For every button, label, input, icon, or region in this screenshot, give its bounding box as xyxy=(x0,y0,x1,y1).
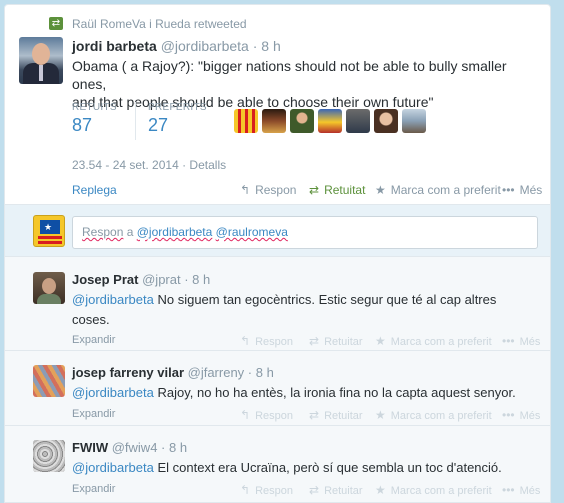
collapse-link[interactable]: Replega xyxy=(72,183,117,197)
retweeted-by[interactable]: Raül RomeVa i Rueda retweeted xyxy=(51,17,247,31)
reply-icon: ↰ xyxy=(240,334,251,348)
reply-icon: ↰ xyxy=(240,483,251,497)
retweets-label: RETUITS xyxy=(72,102,117,113)
star-icon: ★ xyxy=(375,408,386,422)
retweets-stat[interactable]: RETUITS 87 xyxy=(72,102,117,136)
tweet-time[interactable]: · 8 h xyxy=(253,38,281,54)
author-name[interactable]: jordi barbeta xyxy=(72,38,157,54)
reply-avatar[interactable] xyxy=(33,365,65,397)
reply-item: FWIW @fwiw4 · 8 h @jordibarbeta El conte… xyxy=(5,426,550,502)
reply-text: @jordibarbeta No siguem tan egocèntrics.… xyxy=(72,292,497,327)
star-icon: ★ xyxy=(375,183,386,197)
author-handle[interactable]: @jordibarbeta xyxy=(161,38,249,54)
favoriter-avatar[interactable] xyxy=(234,109,258,133)
favoriter-avatar[interactable] xyxy=(318,109,342,133)
favorites-label: PREFERITS xyxy=(148,102,207,113)
reply-icon: ↰ xyxy=(240,183,251,197)
retweet-icon: ⇄ xyxy=(309,483,320,497)
reply-composer: ★ Respon a @jordibarbeta @raulromeva xyxy=(5,204,550,257)
reply-icon: ↰ xyxy=(240,408,251,422)
favorite-button[interactable]: ★ Marca com a preferit xyxy=(375,334,492,348)
more-button[interactable]: ••• Més xyxy=(502,183,542,197)
reply-button[interactable]: ↰ Respon xyxy=(240,183,296,197)
stats-divider xyxy=(135,102,136,140)
retweet-icon: ⇄ xyxy=(309,334,320,348)
retweet-button[interactable]: ⇄ Retuitat xyxy=(309,183,365,197)
favorites-stat[interactable]: PREFERITS 27 xyxy=(148,102,207,136)
more-button[interactable]: ••• Més xyxy=(502,334,540,348)
favoriter-avatar[interactable] xyxy=(290,109,314,133)
more-dots-icon: ••• xyxy=(502,408,515,422)
reply-mention[interactable]: @jordibarbeta xyxy=(72,385,154,400)
reply-input[interactable]: Respon a @jordibarbeta @raulromeva xyxy=(72,216,538,249)
author-avatar[interactable] xyxy=(19,37,63,84)
star-icon: ★ xyxy=(375,334,386,348)
favoriter-avatar[interactable] xyxy=(262,109,286,133)
timestamp-text[interactable]: 23.54 - 24 set. 2014 xyxy=(72,158,179,172)
favoriter-avatar[interactable] xyxy=(346,109,370,133)
details-link[interactable]: · Detalls xyxy=(182,158,226,172)
favorite-button[interactable]: ★ Marca com a preferit xyxy=(375,183,501,197)
reply-author[interactable]: Josep Prat @jprat · 8 h xyxy=(72,272,210,287)
more-dots-icon: ••• xyxy=(502,334,515,348)
reply-avatar[interactable] xyxy=(33,440,65,472)
retweet-icon: ⇄ xyxy=(309,183,320,197)
more-dots-icon: ••• xyxy=(502,483,515,497)
tweet-card: ⇄ Raül RomeVa i Rueda retweeted jordi ba… xyxy=(4,4,551,503)
reply-text: @jordibarbeta El context era Ucraïna, pe… xyxy=(72,460,502,475)
tweet-actions: Replega ↰ Respon ⇄ Retuitat ★ Marca com a p… xyxy=(72,183,542,199)
favorites-count[interactable]: 27 xyxy=(148,115,207,136)
reply-button[interactable]: ↰ Respon xyxy=(240,408,293,422)
reply-mention[interactable]: @jordibarbeta xyxy=(72,460,154,475)
tweet-text: Obama ( a Rajoy?): "bigger nations shoul… xyxy=(72,58,507,110)
favorite-button[interactable]: ★ Marca com a preferit xyxy=(375,408,492,422)
more-button[interactable]: ••• Més xyxy=(502,483,540,497)
favorite-button[interactable]: ★ Marca com a preferit xyxy=(375,483,492,497)
favoriter-avatar[interactable] xyxy=(402,109,426,133)
reply-actions: ↰ Respon ⇄ Retuitar ★ Marca com a preferit … xyxy=(72,408,542,422)
reply-button[interactable]: ↰ Respon xyxy=(240,483,293,497)
retweet-button[interactable]: ⇄ Retuitar xyxy=(309,408,363,422)
current-user-avatar: ★ xyxy=(33,215,65,247)
star-icon: ★ xyxy=(375,483,386,497)
reply-item: Josep Prat @jprat · 8 h @jordibarbeta No… xyxy=(5,257,550,351)
reply-text: @jordibarbeta Rajoy, no ho ha entès, la … xyxy=(72,385,516,400)
more-button[interactable]: ••• Més xyxy=(502,408,540,422)
reply-actions: ↰ Respon ⇄ Retuitar ★ Marca com a preferit … xyxy=(72,334,542,348)
more-dots-icon: ••• xyxy=(502,183,515,197)
reply-item: josep farreny vilar @jfarreny · 8 h @jor… xyxy=(5,351,550,426)
reply-author[interactable]: josep farreny vilar @jfarreny · 8 h xyxy=(72,365,274,380)
tweet-timestamp: 23.54 - 24 set. 2014 · Detalls xyxy=(72,158,226,172)
retweet-button[interactable]: ⇄ Retuitar xyxy=(309,483,363,497)
reply-avatar[interactable] xyxy=(33,272,65,304)
retweets-count[interactable]: 87 xyxy=(72,115,117,136)
favoriter-avatar[interactable] xyxy=(374,109,398,133)
reply-author[interactable]: FWIW @fwiw4 · 8 h xyxy=(72,440,187,455)
reply-button[interactable]: ↰ Respon xyxy=(240,334,293,348)
retweet-icon: ⇄ xyxy=(309,408,320,422)
reply-mention[interactable]: @jordibarbeta xyxy=(72,292,154,307)
tweet-author[interactable]: jordi barbeta @jordibarbeta · 8 h xyxy=(72,38,281,54)
retweet-button[interactable]: ⇄ Retuitar xyxy=(309,334,363,348)
reply-actions: ↰ Respon ⇄ Retuitar ★ Marca com a preferit … xyxy=(72,483,542,497)
